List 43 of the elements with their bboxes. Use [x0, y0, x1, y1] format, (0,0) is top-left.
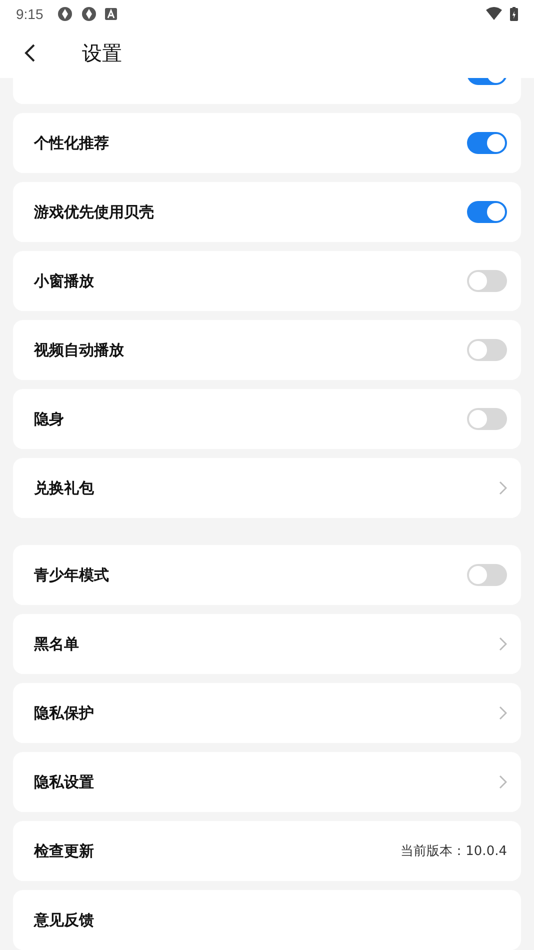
settings-row[interactable]: 视频自动播放 — [13, 320, 521, 380]
row-label: 隐私设置 — [34, 772, 94, 792]
settings-row[interactable]: 小窗播放 — [13, 251, 521, 311]
chevron-icon — [499, 481, 507, 495]
toggle-switch[interactable] — [467, 339, 507, 361]
font-icon — [105, 8, 118, 20]
battery-icon — [510, 7, 518, 21]
chevron-icon — [499, 775, 507, 789]
page-title: 设置 — [82, 40, 122, 66]
settings-row[interactable]: 兑换礼包 — [13, 458, 521, 518]
aperture-icon — [81, 6, 98, 22]
toggle-switch[interactable] — [467, 564, 507, 586]
settings-row[interactable]: 隐私保护 — [13, 683, 521, 743]
row-label: 意见反馈 — [34, 910, 94, 930]
row-label: 游戏优先使用贝壳 — [34, 202, 154, 222]
toggle-switch[interactable] — [467, 408, 507, 430]
settings-row[interactable]: 隐私设置 — [13, 752, 521, 812]
aperture-icon — [57, 6, 74, 22]
settings-row[interactable]: 青少年模式 — [13, 545, 521, 605]
toggle-switch[interactable] — [467, 201, 507, 223]
settings-row[interactable]: 黑名单 — [13, 614, 521, 674]
row-label: 小窗播放 — [34, 272, 94, 290]
wifi-icon — [486, 7, 502, 21]
toggle-switch[interactable] — [467, 270, 507, 292]
row-label: 隐身 — [34, 410, 64, 428]
row-label: 检查更新 — [34, 842, 94, 860]
row-label: 青少年模式 — [34, 566, 109, 584]
row-label: 个性化推荐 — [34, 134, 109, 152]
row-label: 兑换礼包 — [34, 478, 94, 498]
settings-row[interactable]: 隐身 — [13, 389, 521, 449]
status-time: 9:15 — [16, 6, 44, 22]
row-label: 视频自动播放 — [34, 340, 124, 360]
row-label: 黑名单 — [34, 634, 79, 654]
chevron-icon — [499, 706, 507, 720]
settings-row[interactable]: 意见反馈 — [13, 890, 521, 950]
version-text: 当前版本：10.0.4 — [400, 843, 507, 860]
chevron-icon — [499, 637, 507, 651]
row-label: 隐私保护 — [34, 704, 94, 722]
settings-row[interactable]: 个性化推荐 — [13, 113, 521, 173]
toggle-switch[interactable] — [467, 132, 507, 154]
settings-row[interactable]: 检查更新 当前版本：10.0.4 — [13, 821, 521, 881]
back-icon — [24, 43, 36, 63]
settings-row[interactable]: 游戏优先使用贝壳 — [13, 182, 521, 242]
